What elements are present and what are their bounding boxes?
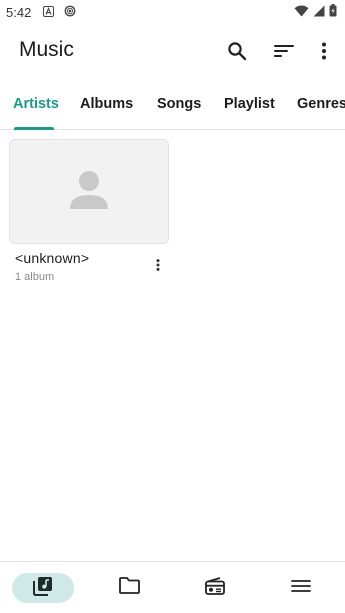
nav-radio[interactable]: [184, 573, 246, 603]
nav-menu[interactable]: [270, 573, 332, 603]
tab-genres[interactable]: Genres: [297, 96, 345, 112]
more-vert-icon: [156, 258, 160, 276]
notification-icons: [43, 5, 76, 20]
tab-playlist[interactable]: Playlist: [224, 96, 275, 112]
artist-thumbnail: [9, 139, 169, 244]
status-bar: 5:42: [0, 0, 345, 24]
signal-icon: [313, 5, 325, 20]
tab-albums[interactable]: Albums: [80, 96, 133, 112]
artist-album-count: 1 album: [15, 271, 55, 283]
status-time: 5:42: [6, 4, 32, 20]
app-title: Music: [19, 38, 74, 61]
search-icon: [227, 41, 247, 66]
more-vert-icon: [321, 42, 327, 65]
sort-icon: [274, 43, 294, 64]
category-tabs: Artists Albums Songs Playlist Genres: [0, 88, 345, 130]
tab-songs[interactable]: Songs: [157, 96, 201, 112]
person-placeholder-icon: [68, 168, 110, 215]
fingerprint-icon: [64, 5, 76, 20]
nav-library[interactable]: [12, 573, 74, 603]
nav-folders[interactable]: [98, 573, 160, 603]
tab-artists[interactable]: Artists: [13, 96, 59, 112]
folder-icon: [118, 577, 140, 599]
top-app-bar: Music: [0, 30, 345, 76]
music-library-icon: [33, 576, 53, 601]
active-tab-indicator: [14, 127, 54, 130]
search-button[interactable]: [223, 39, 251, 67]
sort-button[interactable]: [270, 39, 298, 67]
battery-icon: [329, 4, 337, 20]
text-a-icon: [43, 5, 55, 20]
wifi-icon: [294, 5, 309, 20]
music-app-screen: 5:42 Music Artists Albums Songs Playlist…: [0, 0, 345, 613]
menu-icon: [291, 579, 311, 598]
artist-card[interactable]: <unknown> 1 album: [9, 139, 169, 289]
system-icons: [294, 4, 337, 20]
artist-more-button[interactable]: [151, 258, 165, 276]
radio-icon: [205, 576, 225, 600]
more-options-button[interactable]: [310, 39, 338, 67]
bottom-navigation: [0, 561, 345, 613]
artist-name: <unknown>: [15, 250, 90, 266]
